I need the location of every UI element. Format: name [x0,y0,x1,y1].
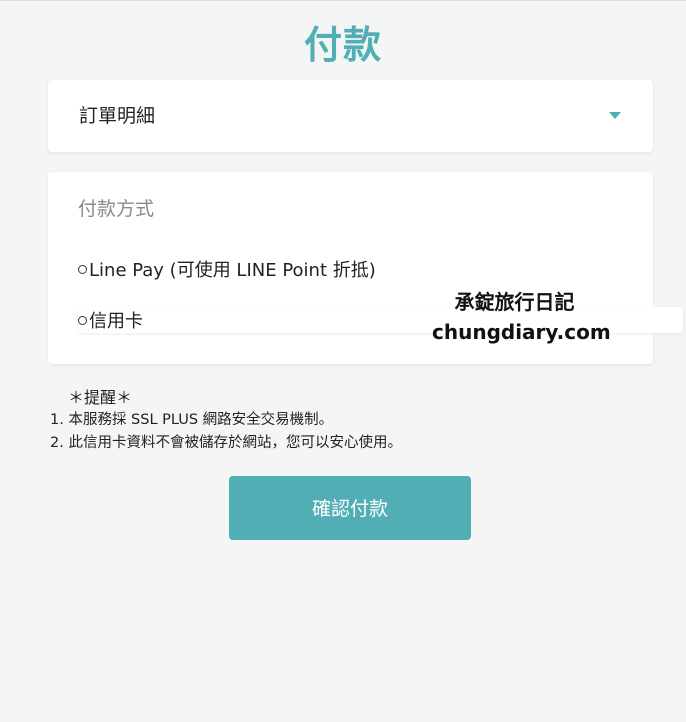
caret-down-icon [609,112,621,119]
watermark-line2: chungdiary.com [432,320,611,344]
linepay-option-label: Line Pay (可使用 LINE Point 折抵) [89,260,376,281]
credit-card-option-label: 信用卡 [89,311,143,332]
page-title: 付款 [303,23,382,67]
reminder-item: 1. 本服務採 SSL PLUS 網路安全交易機制。 [50,412,334,428]
reminder-notes: ＊提醒＊ 1. 本服務採 SSL PLUS 網路安全交易機制。 2. 此信用卡資… [50,386,402,455]
credit-card-radio[interactable] [78,316,87,325]
linepay-radio[interactable] [78,265,87,274]
watermark-line1: 承錠旅行日記 [454,290,575,314]
reminder-item: 2. 此信用卡資料不會被儲存於網站，您可以安心使用。 [50,435,402,451]
confirm-payment-button[interactable]: 確認付款 [229,476,471,540]
watermark: 承錠旅行日記 chungdiary.com [432,287,611,347]
linepay-option[interactable]: Line Pay (可使用 LINE Point 折抵) [78,256,376,282]
payment-method-heading: 付款方式 [78,198,155,220]
reminder-title: ＊提醒＊ [68,388,133,407]
payment-method-panel: 付款方式 Line Pay (可使用 LINE Point 折抵) 信用卡 承錠… [48,172,683,364]
order-details-label: 訂單明細 [79,105,156,127]
order-details-dropdown[interactable]: 訂單明細 [48,80,653,152]
